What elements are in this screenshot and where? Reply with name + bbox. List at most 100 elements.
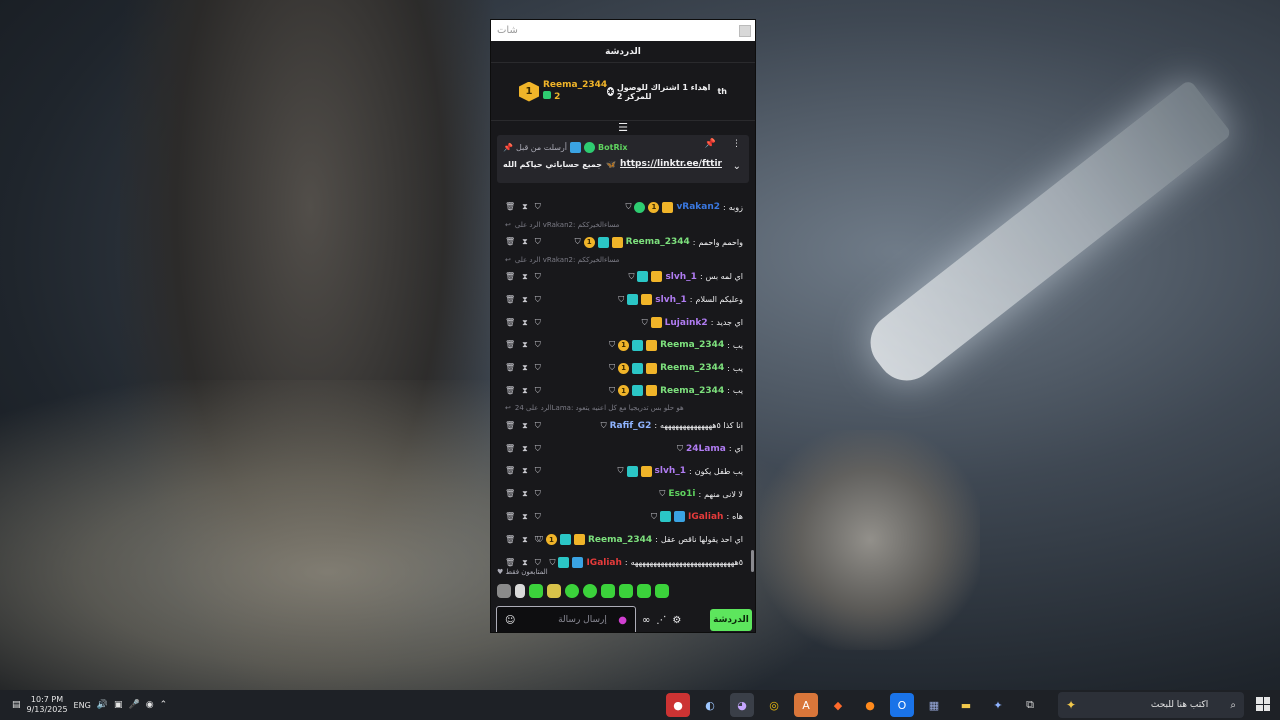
chat-message[interactable]: 🗑 ⧗ ⛉ يب: Reema_2344 1 ⛉ (491, 357, 753, 380)
language-indicator[interactable]: ENG (74, 701, 91, 710)
gift-leaderboard[interactable]: 1 Reema_2344 2 ✱ اهداء 1 اشتراك للوصول ل… (491, 63, 755, 121)
message-username[interactable]: Lujaink2 (665, 318, 708, 328)
more-options-icon[interactable]: ⋮ (732, 139, 741, 149)
ban-user-icon[interactable]: ⛉ (535, 466, 541, 476)
pinned-bot-name[interactable]: BotRix (598, 143, 627, 152)
delete-message-icon[interactable]: 🗑 (505, 237, 515, 247)
chat-message[interactable]: 🗑 ⧗ ⛉ اي احد يقولها ناقص عقل: Reema_2344 1 ⛉ (491, 528, 753, 551)
ban-user-icon[interactable]: ⛉ (535, 237, 541, 247)
emoji-icon[interactable]: ☺ (505, 615, 515, 626)
message-username[interactable]: Reema_2344 (660, 363, 724, 373)
timeout-user-icon[interactable]: ⧗ (522, 237, 528, 247)
taskbar-app-store-icon[interactable]: ▦ (922, 693, 946, 717)
timeout-user-icon[interactable]: ⧗ (522, 295, 528, 305)
ban-user-icon[interactable]: ⛉ (535, 340, 541, 350)
chat-send-button[interactable]: الدردشة (710, 609, 752, 631)
message-username[interactable]: Reema_2344 (660, 386, 724, 396)
delete-message-icon[interactable]: 🗑 (505, 421, 515, 431)
delete-message-icon[interactable]: 🗑 (505, 363, 515, 373)
ban-user-icon[interactable]: ⛉ (535, 272, 541, 282)
chat-message[interactable]: 🗑 ⧗ ⛉ يب طفل يكون: slvh_1 ⛉ (491, 460, 753, 483)
unpin-icon[interactable]: 📌 (705, 139, 716, 149)
chat-scrollbar[interactable] (751, 550, 754, 572)
emote-mail-icon[interactable] (547, 584, 561, 598)
chat-message[interactable]: 🗑 ⧗ ⛉ هاه: IGaliah ⛉ (491, 506, 753, 529)
chat-message[interactable]: 🗑 ⧗ ⛉ اي جديد: Lujaink2 ⛉ (491, 311, 753, 334)
timeout-user-icon[interactable]: ⧗ (522, 202, 528, 212)
message-username[interactable]: Rafif_G2 (610, 421, 652, 431)
timeout-user-icon[interactable]: ⧗ (522, 318, 528, 328)
delete-message-icon[interactable]: 🗑 (505, 202, 515, 212)
delete-message-icon[interactable]: 🗑 (505, 295, 515, 305)
window-close-icon[interactable] (739, 24, 751, 37)
timeout-user-icon[interactable]: ⧗ (522, 386, 528, 396)
ban-user-icon[interactable]: ⛉ (535, 558, 541, 568)
message-username[interactable]: Reema_2344 (626, 237, 690, 247)
emote-avatar-icon[interactable] (497, 584, 511, 598)
timeout-user-icon[interactable]: ⧗ (522, 512, 528, 522)
taskbar-app-explorer-icon[interactable]: ▬ (954, 693, 978, 717)
ban-user-icon[interactable]: ⛉ (535, 386, 541, 396)
taskbar-search-input[interactable] (1098, 700, 1209, 710)
message-username[interactable]: slvh_1 (655, 295, 686, 305)
emote-kick-icon[interactable] (565, 584, 579, 598)
chat-message[interactable]: 🗑 ⧗ ⛉ يب: Reema_2344 1 ⛉ (491, 380, 753, 403)
timeout-user-icon[interactable]: ⧗ (522, 421, 528, 431)
delete-message-icon[interactable]: 🗑 (505, 386, 515, 396)
message-username[interactable]: 24Lama (686, 444, 726, 454)
delete-message-icon[interactable]: 🗑 (505, 489, 515, 499)
delete-message-icon[interactable]: 🗑 (505, 318, 515, 328)
delete-message-icon[interactable]: 🗑 (505, 272, 515, 282)
taskbar-app-a-icon[interactable]: A (794, 693, 818, 717)
delete-message-icon[interactable]: 🗑 (505, 558, 515, 568)
expand-pinned-icon[interactable]: ⌄ (733, 161, 741, 172)
chat-message[interactable]: 🗑 ⧗ ⛉ وعليكم السلام: slvh_1 ⛉ (491, 288, 753, 311)
delete-message-icon[interactable]: 🗑 (505, 340, 515, 350)
taskbar-app-recorder-icon[interactable]: ● (666, 693, 690, 717)
chat-messages[interactable]: 🗑 ⧗ ⛉ زوبه: vRakan2 1 ⛉ ↩ الرد على vRakan2: مساء… (491, 196, 753, 580)
ban-user-icon[interactable]: ⛉ (535, 202, 541, 212)
message-username[interactable]: IGaliah (586, 558, 621, 568)
system-clock[interactable]: 10:7 PM 9/13/2025 (27, 695, 68, 715)
ban-user-icon[interactable]: ⛉ (535, 421, 541, 431)
volume-icon[interactable]: 🔊 (97, 700, 108, 710)
connection-icon[interactable]: ⋰ (656, 615, 666, 626)
taskbar-app-chrome-icon[interactable]: ◎ (762, 693, 786, 717)
timeout-user-icon[interactable]: ⧗ (522, 363, 528, 373)
timeout-user-icon[interactable]: ⧗ (522, 466, 528, 476)
emote-ball-icon[interactable] (583, 584, 597, 598)
emote-dance-icon[interactable] (619, 584, 633, 598)
timeout-user-icon[interactable]: ⧗ (522, 535, 528, 545)
timeout-user-icon[interactable]: ⧗ (522, 558, 528, 568)
chat-message[interactable]: 🗑 ⧗ ⛉ يب: Reema_2344 1 ⛉ (491, 334, 753, 357)
taskbar-app-firefox-icon[interactable]: ● (858, 693, 882, 717)
taskbar-app-brave-icon[interactable]: ◆ (826, 693, 850, 717)
timeout-user-icon[interactable]: ⧗ (522, 444, 528, 454)
message-username[interactable]: IGaliah (688, 512, 723, 522)
network-icon[interactable]: ▣ (114, 700, 123, 710)
chat-message[interactable]: 🗑 ⧗ ⛉ واحمم واحمم: Reema_2344 1 ⛉ (491, 231, 753, 254)
message-username[interactable]: slvh_1 (665, 272, 696, 282)
emote-feet-icon[interactable] (515, 584, 525, 598)
notification-icon[interactable]: ▤ (12, 700, 21, 710)
chat-input[interactable] (526, 615, 607, 625)
ban-user-icon[interactable]: ⛉ (535, 512, 541, 522)
infinity-icon[interactable]: ∞ (642, 615, 650, 626)
timeout-user-icon[interactable]: ⧗ (522, 272, 528, 282)
emote-chat-icon[interactable] (601, 584, 615, 598)
delete-message-icon[interactable]: 🗑 (505, 444, 515, 454)
message-username[interactable]: Reema_2344 (588, 535, 652, 545)
taskbar-search[interactable]: ✦ ⌕ (1058, 692, 1244, 718)
ban-user-icon[interactable]: ⛉ (535, 535, 541, 545)
ban-user-icon[interactable]: ⛉ (535, 363, 541, 373)
emote-happy-icon[interactable] (637, 584, 651, 598)
chat-message[interactable]: 🗑 ⧗ ⛉ اي لمه بس: slvh_1 ⛉ (491, 266, 753, 289)
show-hidden-icons-icon[interactable]: ⌃ (160, 700, 168, 710)
chat-message[interactable]: 🗑 ⧗ ⛉ انا كذا ٥ههههههههههههههه: Rafif_G2 ⛉ (491, 414, 753, 437)
leaderboard-username[interactable]: Reema_2344 (543, 80, 607, 91)
message-username[interactable]: vRakan2 (676, 202, 720, 212)
taskbar-app-taskview-icon[interactable]: ⧉ (1018, 693, 1042, 717)
settings-gear-icon[interactable]: ⚙ (672, 615, 681, 626)
delete-message-icon[interactable]: 🗑 (505, 466, 515, 476)
taskbar-app-steam-icon[interactable]: ◐ (698, 693, 722, 717)
